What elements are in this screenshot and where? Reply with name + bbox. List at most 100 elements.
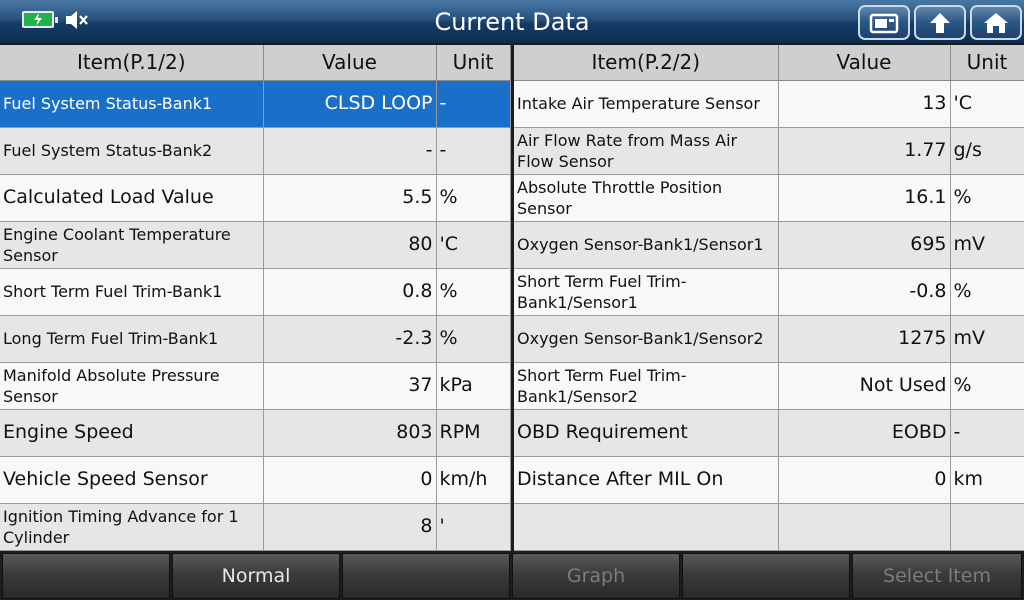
item-name: Distance After MIL On	[514, 456, 779, 504]
item-value: 695	[778, 221, 951, 269]
column-header-unit: Unit	[950, 45, 1024, 81]
item-unit: kPa	[436, 362, 511, 410]
item-name: Ignition Timing Advance for 1 Cylinder	[0, 503, 264, 551]
item-name: OBD Requirement	[514, 409, 779, 457]
item-value: EOBD	[778, 409, 951, 457]
capture-button[interactable]	[858, 5, 910, 40]
table-row[interactable]: Long Term Fuel Trim-Bank1 -2.3 %	[0, 315, 511, 363]
select-item-button[interactable]: Select Item	[852, 553, 1022, 599]
table-row[interactable]: Manifold Absolute Pressure Sensor 37 kPa	[0, 362, 511, 410]
item-value: 0	[263, 456, 437, 504]
table-row[interactable]: Fuel System Status-Bank1 CLSD LOOP -	[0, 80, 511, 128]
item-name: Oxygen Sensor-Bank1/Sensor2	[514, 315, 779, 363]
item-unit: 'C	[950, 80, 1024, 128]
item-unit: -	[436, 80, 511, 128]
table-row[interactable]: Intake Air Temperature Sensor 13 'C	[514, 80, 1024, 128]
normal-button[interactable]: Normal	[172, 553, 340, 599]
item-name: Fuel System Status-Bank1	[0, 80, 264, 128]
table-row[interactable]: OBD Requirement EOBD -	[514, 409, 1024, 457]
item-unit: g/s	[950, 127, 1024, 175]
table-row[interactable]: Vehicle Speed Sensor 0 km/h	[0, 456, 511, 504]
column-header-unit: Unit	[436, 45, 511, 81]
item-name: Calculated Load Value	[0, 174, 264, 222]
item-unit: 'C	[436, 221, 511, 269]
table-row[interactable]: Fuel System Status-Bank2 - -	[0, 127, 511, 175]
item-unit: %	[950, 268, 1024, 316]
item-name: Long Term Fuel Trim-Bank1	[0, 315, 264, 363]
item-unit: %	[950, 174, 1024, 222]
item-value: 80	[263, 221, 437, 269]
function-bar: Normal Graph Select Item	[0, 551, 1024, 600]
item-value: 1.77	[778, 127, 951, 175]
item-unit: RPM	[436, 409, 511, 457]
table-row[interactable]: Oxygen Sensor-Bank1/Sensor2 1275 mV	[514, 315, 1024, 363]
column-header-item[interactable]: Item(P.2/2)	[514, 45, 779, 81]
table-row	[514, 503, 1024, 551]
item-name: Air Flow Rate from Mass Air Flow Sensor	[514, 127, 779, 175]
table-row[interactable]: Short Term Fuel Trim-Bank1/Sensor2 Not U…	[514, 362, 1024, 410]
item-value: 16.1	[778, 174, 951, 222]
item-unit: km	[950, 456, 1024, 504]
item-name: Intake Air Temperature Sensor	[514, 80, 779, 128]
function-button-5[interactable]	[682, 553, 850, 599]
item-value: -0.8	[778, 268, 951, 316]
table-row[interactable]: Calculated Load Value 5.5 %	[0, 174, 511, 222]
item-value: 0	[778, 456, 951, 504]
column-header-value: Value	[263, 45, 437, 81]
right-data-table: Item(P.2/2) Value Unit Intake Air Temper…	[514, 45, 1024, 551]
item-name: Oxygen Sensor-Bank1/Sensor1	[514, 221, 779, 269]
table-row[interactable]: Engine Speed 803 RPM	[0, 409, 511, 457]
item-name: Short Term Fuel Trim-Bank1/Sensor1	[514, 268, 779, 316]
back-button[interactable]	[914, 5, 966, 40]
item-name: Engine Speed	[0, 409, 264, 457]
item-value: Not Used	[778, 362, 951, 410]
item-value: 37	[263, 362, 437, 410]
item-value: CLSD LOOP	[263, 80, 437, 128]
item-value: 5.5	[263, 174, 437, 222]
item-unit: mV	[950, 221, 1024, 269]
item-value: -	[263, 127, 437, 175]
item-value: -2.3	[263, 315, 437, 363]
item-unit: '	[436, 503, 511, 551]
table-row[interactable]: Oxygen Sensor-Bank1/Sensor1 695 mV	[514, 221, 1024, 269]
item-value	[778, 503, 951, 551]
table-row[interactable]: Short Term Fuel Trim-Bank1 0.8 %	[0, 268, 511, 316]
item-unit: -	[436, 127, 511, 175]
capture-icon	[869, 13, 899, 33]
item-value: 803	[263, 409, 437, 457]
item-unit: %	[436, 315, 511, 363]
item-name: Vehicle Speed Sensor	[0, 456, 264, 504]
item-value: 8	[263, 503, 437, 551]
item-name	[514, 503, 779, 551]
table-row[interactable]: Absolute Throttle Position Sensor 16.1 %	[514, 174, 1024, 222]
up-arrow-icon	[930, 12, 950, 33]
table-row[interactable]: Short Term Fuel Trim-Bank1/Sensor1 -0.8 …	[514, 268, 1024, 316]
item-name: Fuel System Status-Bank2	[0, 127, 264, 175]
item-name: Short Term Fuel Trim-Bank1/Sensor2	[514, 362, 779, 410]
home-icon	[984, 12, 1008, 33]
table-row[interactable]: Distance After MIL On 0 km	[514, 456, 1024, 504]
column-header-item[interactable]: Item(P.1/2)	[0, 45, 264, 81]
item-name: Short Term Fuel Trim-Bank1	[0, 268, 264, 316]
item-unit	[950, 503, 1024, 551]
item-name: Engine Coolant Temperature Sensor	[0, 221, 264, 269]
home-button[interactable]	[970, 5, 1022, 40]
item-unit: mV	[950, 315, 1024, 363]
title-bar: Current Data	[0, 0, 1024, 44]
function-button-3[interactable]	[342, 553, 510, 599]
item-unit: km/h	[436, 456, 511, 504]
function-button-1[interactable]	[2, 553, 170, 599]
graph-button[interactable]: Graph	[512, 553, 680, 599]
item-unit: %	[436, 268, 511, 316]
item-value: 0.8	[263, 268, 437, 316]
table-row[interactable]: Ignition Timing Advance for 1 Cylinder 8…	[0, 503, 511, 551]
item-value: 13	[778, 80, 951, 128]
left-data-table: Item(P.1/2) Value Unit Fuel System Statu…	[0, 45, 511, 551]
item-name: Absolute Throttle Position Sensor	[514, 174, 779, 222]
column-header-value: Value	[778, 45, 951, 81]
item-unit: %	[950, 362, 1024, 410]
table-row[interactable]: Engine Coolant Temperature Sensor 80 'C	[0, 221, 511, 269]
item-unit: -	[950, 409, 1024, 457]
table-row[interactable]: Air Flow Rate from Mass Air Flow Sensor …	[514, 127, 1024, 175]
item-value: 1275	[778, 315, 951, 363]
